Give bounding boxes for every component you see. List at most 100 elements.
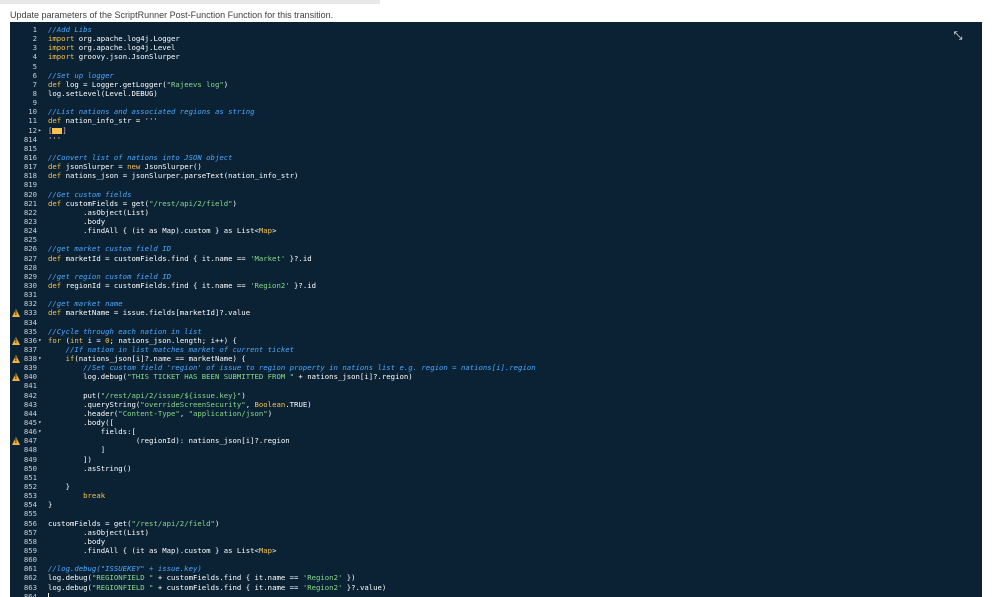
code-token: "/rest/api/2/field" xyxy=(131,519,214,528)
code-token: "/rest/api/2/field" xyxy=(149,199,232,208)
code-line[interactable]: 836▾for (int i = 0; nations_json.length;… xyxy=(10,336,982,345)
code-text: .asObject(List) xyxy=(48,208,149,217)
code-token: //get market name xyxy=(48,299,123,308)
line-number: 827 xyxy=(10,254,37,263)
code-token: //Set up logger xyxy=(48,71,114,80)
code-line[interactable]: 852 } xyxy=(10,482,982,491)
code-line[interactable]: 819 xyxy=(10,180,982,189)
code-text: def log = Logger.getLogger("Rajeevs log"… xyxy=(48,80,228,89)
code-line[interactable]: 11def nation_info_str = ''' xyxy=(10,116,982,125)
code-line[interactable]: 841 xyxy=(10,381,982,390)
line-number: 851 xyxy=(10,473,37,482)
code-line[interactable]: 854} xyxy=(10,500,982,509)
code-line[interactable]: 864 xyxy=(10,592,982,597)
code-token: ) xyxy=(224,80,228,89)
code-line[interactable]: 842 put("/rest/api/2/issue/${issue.key}"… xyxy=(10,391,982,400)
code-line[interactable]: 2import org.apache.log4j.Logger xyxy=(10,34,982,43)
fold-toggle-icon[interactable]: ▾ xyxy=(38,418,46,427)
code-text: .header("Content-Type", "application/jso… xyxy=(48,409,272,418)
code-line[interactable]: 829//get region custom field ID xyxy=(10,272,982,281)
code-line[interactable]: 1//Add Libs xyxy=(10,25,982,34)
code-line[interactable]: 6//Set up logger xyxy=(10,71,982,80)
code-line[interactable]: 851 xyxy=(10,473,982,482)
code-line[interactable]: 853 break xyxy=(10,491,982,500)
code-line[interactable]: 858 .body xyxy=(10,537,982,546)
code-line[interactable]: 861//log.debug("ISSUEKEY" + issue.key) xyxy=(10,564,982,573)
code-line[interactable]: 7def log = Logger.getLogger("Rajeevs log… xyxy=(10,80,982,89)
code-line[interactable]: 822 .asObject(List) xyxy=(10,208,982,217)
code-line[interactable]: 3import org.apache.log4j.Level xyxy=(10,43,982,52)
fold-toggle-icon[interactable]: ▾ xyxy=(38,354,46,363)
code-token: "THIS TICKET HAS BEEN SUBMITTED FROM " xyxy=(127,372,294,381)
code-line[interactable]: 843 .queryString("overrideScreenSecurity… xyxy=(10,400,982,409)
line-number: 823 xyxy=(10,217,37,226)
code-line[interactable]: 818def nations_json = jsonSlurper.parseT… xyxy=(10,171,982,180)
code-line[interactable]: 12▸[] xyxy=(10,126,982,135)
code-line[interactable]: 857 .asObject(List) xyxy=(10,528,982,537)
code-line[interactable]: 5 xyxy=(10,62,982,71)
code-text: .asObject(List) xyxy=(48,528,149,537)
code-line[interactable]: 823 .body xyxy=(10,217,982,226)
code-line[interactable]: 848 ] xyxy=(10,445,982,454)
code-line[interactable]: 833def marketName = issue.fields[marketI… xyxy=(10,308,982,317)
code-line[interactable]: 840 log.debug("THIS TICKET HAS BEEN SUBM… xyxy=(10,372,982,381)
code-text: import org.apache.log4j.Level xyxy=(48,43,175,52)
collapse-arrows-icon[interactable]: ⤡ xyxy=(952,30,964,42)
code-line[interactable]: 831 xyxy=(10,290,982,299)
code-line[interactable]: 859 .findAll { (it as Map).custom } as L… xyxy=(10,546,982,555)
code-line[interactable]: 847 (regionId): nations_json[i]?.region xyxy=(10,436,982,445)
code-line[interactable]: 855 xyxy=(10,509,982,518)
code-line[interactable]: 837 //If nation in list matches market o… xyxy=(10,345,982,354)
editor-scrollbar[interactable] xyxy=(980,22,982,597)
code-line[interactable]: 826//get market custom field ID xyxy=(10,244,982,253)
fold-toggle-icon[interactable]: ▾ xyxy=(38,336,46,345)
code-line[interactable]: 844 .header("Content-Type", "application… xyxy=(10,409,982,418)
code-line[interactable]: 825 xyxy=(10,235,982,244)
line-number: 824 xyxy=(10,226,37,235)
code-line[interactable]: 9 xyxy=(10,98,982,107)
line-number: 839 xyxy=(10,363,37,372)
code-token: Boolean xyxy=(255,400,286,409)
code-line[interactable]: 815 xyxy=(10,144,982,153)
code-line[interactable]: 862log.debug("REGIONFIELD " + customFiel… xyxy=(10,573,982,582)
code-token: i = xyxy=(88,336,106,345)
code-text: def marketName = issue.fields[marketId]?… xyxy=(48,308,250,317)
code-line[interactable]: 835//Cycle through each nation in list xyxy=(10,327,982,336)
code-editor[interactable]: 1//Add Libs2import org.apache.log4j.Logg… xyxy=(10,22,982,597)
code-line[interactable]: 816//Convert list of nations into JSON o… xyxy=(10,153,982,162)
code-line[interactable]: 863log.debug("REGIONFIELD " + customFiel… xyxy=(10,583,982,592)
code-token: def xyxy=(48,162,66,171)
fold-toggle-icon[interactable]: ▾ xyxy=(38,427,46,436)
code-line[interactable]: 8log.setLevel(Level.DEBUG) xyxy=(10,89,982,98)
code-line[interactable]: 830def regionId = customFields.find { it… xyxy=(10,281,982,290)
code-token: marketName = issue.fields[marketId]?.val… xyxy=(66,308,251,317)
code-line[interactable]: 828 xyxy=(10,263,982,272)
code-line[interactable]: 839 //Set custom field 'region' of issue… xyxy=(10,363,982,372)
fold-toggle-icon[interactable]: ▸ xyxy=(38,126,46,135)
code-line[interactable]: 824 .findAll { (it as Map).custom } as L… xyxy=(10,226,982,235)
code-line[interactable]: 856customFields = get("/rest/api/2/field… xyxy=(10,519,982,528)
code-line[interactable]: 4import groovy.json.JsonSlurper xyxy=(10,52,982,61)
code-line[interactable]: 10//List nations and associated regions … xyxy=(10,107,982,116)
code-line[interactable]: 838▾ if(nations_json[i]?.name == marketN… xyxy=(10,354,982,363)
code-line[interactable]: 821def customFields = get("/rest/api/2/f… xyxy=(10,199,982,208)
code-line[interactable]: 827def marketId = customFields.find { it… xyxy=(10,254,982,263)
code-line[interactable]: 845▾ .body([ xyxy=(10,418,982,427)
code-line[interactable]: 820//Get custom fields xyxy=(10,190,982,199)
code-line[interactable]: 860 xyxy=(10,555,982,564)
line-number: 849 xyxy=(10,455,37,464)
code-line[interactable]: 832//get market name xyxy=(10,299,982,308)
code-token: //Set custom field 'region' of issue to … xyxy=(48,363,536,372)
code-line[interactable]: 814''' xyxy=(10,135,982,144)
code-token: "application/json" xyxy=(189,409,268,418)
line-number: 830 xyxy=(10,281,37,290)
code-line[interactable]: 834 xyxy=(10,318,982,327)
code-line[interactable]: 849 ]) xyxy=(10,455,982,464)
code-token: //get region custom field ID xyxy=(48,272,171,281)
code-line[interactable]: 850 .asString() xyxy=(10,464,982,473)
code-line[interactable]: 846▾ fields:[ xyxy=(10,427,982,436)
code-token: }?.value) xyxy=(342,583,386,592)
code-line[interactable]: 817def jsonSlurper = new JsonSlurper() xyxy=(10,162,982,171)
code-token: .findAll { (it as Map).custom } as List< xyxy=(48,226,259,235)
collapsed-block-marker[interactable] xyxy=(52,128,62,134)
